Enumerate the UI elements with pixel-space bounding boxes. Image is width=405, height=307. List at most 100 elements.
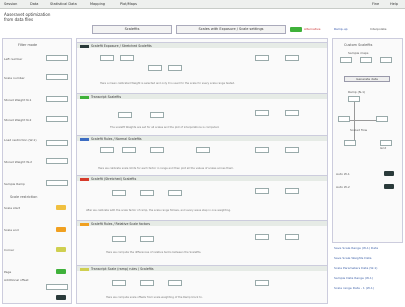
param-input[interactable] [112,190,126,196]
app-title-line2: from data files [4,16,34,22]
param-input[interactable] [140,190,154,196]
menu-fine[interactable]: Fine [372,2,379,6]
param-input[interactable] [255,110,269,116]
menu-plot[interactable]: Plot/Maps [120,2,137,6]
param-input[interactable] [168,65,182,71]
tab-exposure[interactable]: Scales with Exposure / Scale settings [176,25,286,34]
param-input[interactable] [255,188,269,194]
right-item: Auto W-1 [336,172,350,176]
section-note: Here we compute scale offsets from scale… [106,296,203,299]
field-label: Load restriction (W-1) [4,138,37,142]
extra-label: Scale end [4,228,19,232]
left-sub-header: Scale restriction [10,195,38,199]
param-input[interactable] [380,57,392,63]
section-title: Transcript Scalefits [91,95,122,99]
param-input[interactable] [285,110,299,116]
field-label: Scale number [4,76,25,80]
param-input[interactable] [100,55,114,61]
app-title: Aaseravet optimization from data files [4,12,50,22]
status-green [290,27,302,32]
param-input[interactable] [150,112,164,118]
param-input[interactable] [118,112,132,118]
menu-mapping[interactable]: Mapping [90,2,105,6]
section-header: Transcript Scale (ramp) rules / Scalefit… [77,265,327,271]
save-link[interactable]: Scale Parameters Data (W-1) [334,266,377,270]
swatch [384,171,394,176]
field-label: Sample Ramp [4,182,25,186]
menu-statistical[interactable]: Statistical Data [50,2,77,6]
param-input[interactable] [112,280,126,286]
wire [354,102,355,142]
param-input[interactable] [120,55,134,61]
param-input[interactable] [360,57,372,63]
field-label: Left number [4,57,23,61]
param-input[interactable] [140,236,154,242]
section-note: The scalefit Weights are set for all sca… [110,126,220,129]
param-input[interactable] [112,236,126,242]
field-label: Stored Weight W-2 [4,160,33,164]
field-input[interactable] [46,116,68,122]
param-input[interactable] [285,188,299,194]
node-label: Scaled flow [350,128,368,132]
left-panel-header: Filter mode [18,43,38,47]
right-panel-header: Custom Scalefits [344,43,373,47]
param-input[interactable] [285,147,299,153]
field-input[interactable] [46,140,68,146]
param-input[interactable] [122,147,136,153]
param-input[interactable] [255,280,269,286]
field-input[interactable] [46,96,68,102]
field-input[interactable] [46,55,68,61]
field-label: Stored Weight N-2 [4,118,32,122]
swatch [56,269,66,274]
field-label: Stored Weight N-1 [4,98,32,102]
field-input[interactable] [46,158,68,164]
swatch [384,184,394,189]
right-panel-sub: Sample maps [348,51,369,55]
param-input[interactable] [376,116,388,122]
save-link[interactable]: Scale range Data - 1 (W-1) [334,286,374,290]
section-header: Scalefit Rules / Relative Scale factors [77,220,327,226]
extra-label: Additional offset [4,278,29,282]
param-input[interactable] [168,190,182,196]
generate-button[interactable]: Generate data [344,76,390,82]
save-link[interactable]: Save Scale Range (W-1) Data [334,246,378,250]
param-input[interactable] [168,280,182,286]
save-link[interactable]: Save Scale Weights Data [334,256,371,260]
param-input[interactable] [285,234,299,240]
swatch [56,205,66,210]
field-input[interactable] [46,284,68,290]
save-link[interactable]: Sample Data Range (W-1) [334,276,373,280]
section-title: Scalefit (Stretched) Scalefits [91,177,137,181]
legend-b: Ramp-up [334,27,348,31]
param-input[interactable] [285,55,299,61]
menu-session[interactable]: Session [4,2,17,6]
section-title: Scalefit Rules / Relative Scale factors [91,222,151,226]
field-input[interactable] [46,74,68,80]
param-input[interactable] [344,140,356,146]
extra-label: Scale start [4,206,21,210]
swatch [56,295,66,300]
param-input[interactable] [255,234,269,240]
section-header: Scalefit Exposure / Stretched Scalefits [77,42,327,48]
section-note: Here we calibrate scale limits for each … [98,167,234,170]
legend-a: Alternative [304,27,321,31]
field-input[interactable] [46,180,68,186]
menu-help[interactable]: Help [390,2,398,6]
param-input[interactable] [100,147,114,153]
section-note: Here we compute the differences of relat… [106,251,202,254]
param-input[interactable] [340,57,352,63]
param-input[interactable] [255,55,269,61]
right-item: Auto W-2 [336,185,350,189]
param-input[interactable] [140,280,154,286]
section-header: Scalefit (Stretched) Scalefits [77,175,327,181]
param-input[interactable] [148,65,162,71]
section-title: Scalefit Rules / Normal Scalefits [91,137,142,141]
param-input[interactable] [255,147,269,153]
param-input[interactable] [338,116,350,122]
param-input[interactable] [150,147,164,153]
menu-data[interactable]: Data [30,2,38,6]
section-note: Here a mean calibrated Weight is selecte… [100,82,235,85]
swatch [56,227,66,232]
param-input[interactable] [196,147,210,153]
tab-scalefits[interactable]: Scalefits [92,25,172,34]
